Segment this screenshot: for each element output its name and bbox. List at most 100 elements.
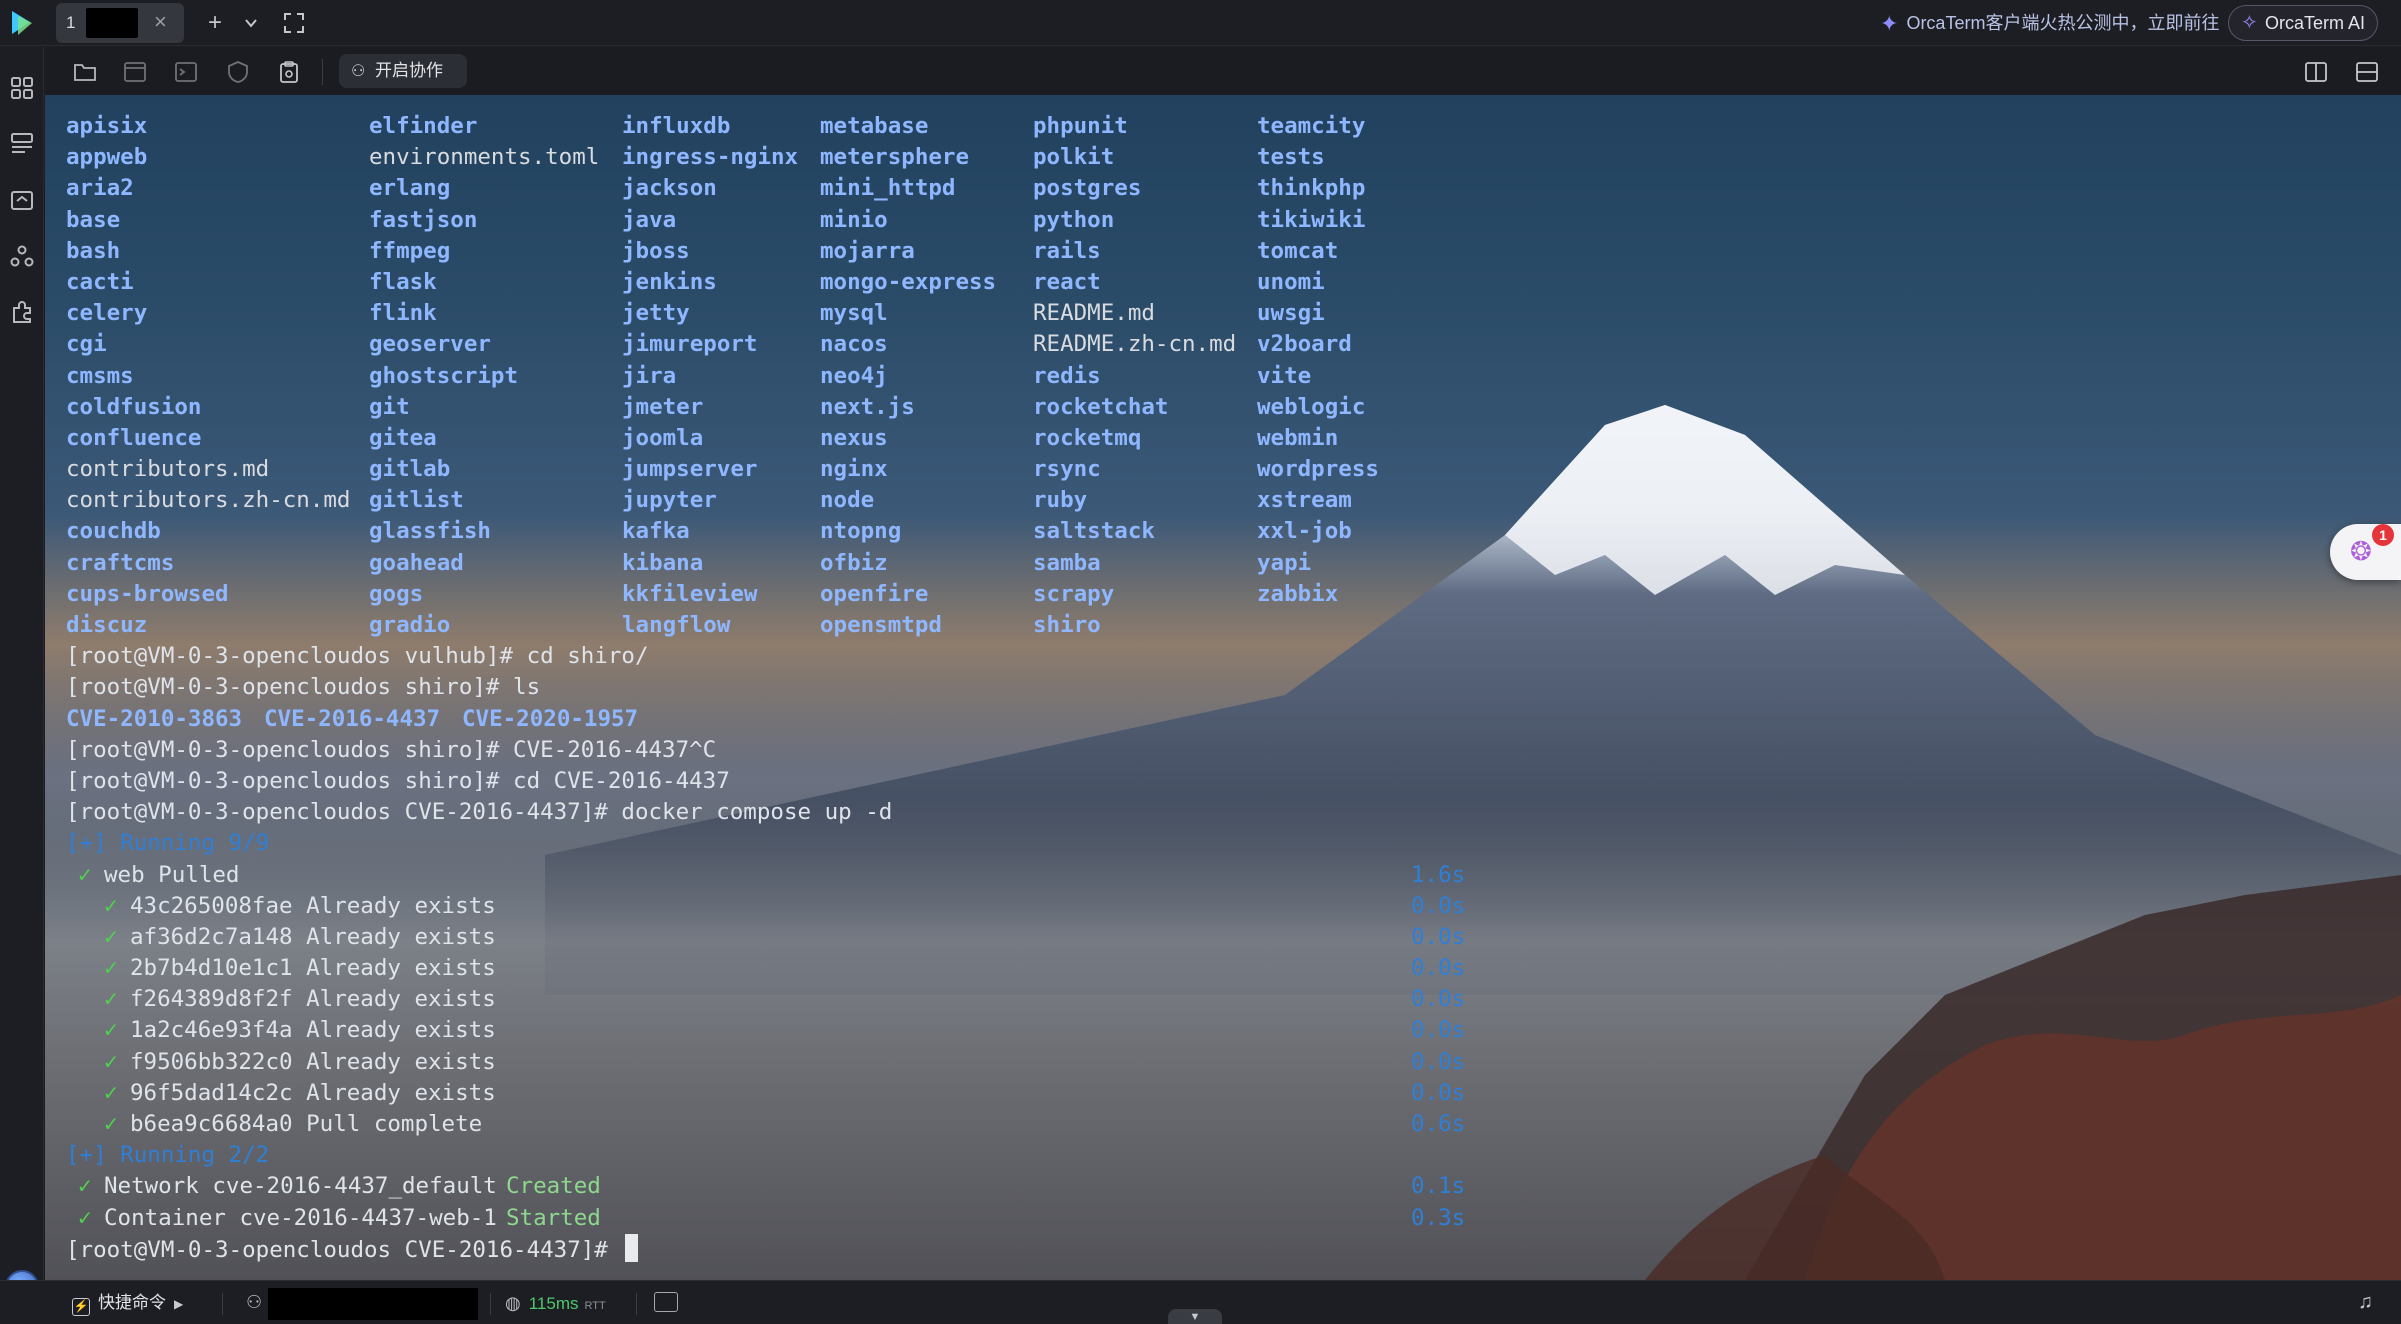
toolbar-divider [322,59,323,85]
notification-bell-icon[interactable]: ♫ [2358,1291,2373,1314]
directory-entry: aria2 [66,175,134,202]
compose-step-text: f9506bb322c0 Already exists [130,1048,496,1075]
directory-entry: redis [1033,362,1101,389]
terminal-line: [+] Running 9/9 [66,828,892,859]
collapse-panel-chevron-icon[interactable]: ▼ [1168,1309,1222,1324]
file-entry: environments.toml [369,144,600,171]
compose-step-duration: 0.0s [1411,892,1466,919]
ai-sparkle-icon: ✧ [2241,12,2258,34]
check-mark-icon: ✓ [104,923,118,950]
sparkle-icon: ✦ [1880,11,1899,36]
compose-step-duration: 0.0s [1411,923,1466,950]
floating-assistant[interactable]: ❂ 1 [2330,524,2401,580]
compose-step-duration: 0.0s [1411,1048,1466,1075]
listing-row: apisix elfinder influxdb metabase phpunit tea… [66,111,1365,142]
directory-entry: mojarra [820,237,915,264]
session-icon[interactable] [122,59,148,85]
directory-entry: gitlist [369,487,464,514]
file-entry: README.md [1033,300,1155,327]
split-vertical-icon[interactable] [2303,59,2329,85]
terminal-line: ✓ af36d2c7a148 Already exists 0.0s [66,922,1465,953]
directory-entry: scrapy [1033,580,1115,607]
directory-entry: CVE-2020-1957 [462,705,639,732]
directory-entry: ingress-nginx [622,144,799,171]
listing-row: aria2 erlang jackson mini_httpd postgres thin… [66,173,1365,204]
directory-entry: jumpserver [622,456,758,483]
security-shield-icon[interactable] [225,59,251,85]
terminal-line: CVE-2010-3863 CVE-2016-4437 CVE-2020-1957 [66,704,892,735]
compose-step-duration: 0.0s [1411,986,1466,1013]
clipboard-icon[interactable] [276,59,302,85]
terminal-line: ✓ 2b7b4d10e1c1 Already exists 0.0s [66,953,1465,984]
apps-grid-icon[interactable] [9,75,35,101]
directory-entry: neo4j [820,362,888,389]
command-line-text: [root@VM-0-3-opencloudos shiro]# ls [66,674,541,701]
check-mark-icon: ✓ [78,1173,92,1200]
status-bar: ⚡ 快捷命令 ▶ ⚇ ◍ 115ms RTT ▼ ♫ [0,1280,2401,1324]
compose-step-text: 43c265008fae Already exists [130,892,496,919]
compose-step-text: Container cve-2016-4437-web-1 [104,1204,497,1231]
latency-value: 115ms [528,1294,579,1313]
extensions-puzzle-icon[interactable] [9,299,35,325]
tab-dropdown-chevron-icon[interactable] [240,12,262,34]
compose-step-duration: 0.0s [1411,1017,1466,1044]
terminal-line: [root@VM-0-3-opencloudos shiro]# ls [66,672,892,703]
listing-row: cmsms ghostscript jira neo4j redis vite [66,361,1311,392]
directory-entry: openfire [820,580,929,607]
directory-entry: kafka [622,518,690,545]
monitor-chart-icon[interactable] [654,1292,678,1312]
terminal-line: [root@VM-0-3-opencloudos CVE-2016-4437]#… [66,797,892,828]
fullscreen-icon[interactable] [283,12,305,34]
check-mark-icon: ✓ [104,1079,118,1106]
orcaterm-ai-button[interactable]: ✧ OrcaTerm AI [2228,5,2378,41]
compose-step-text: 1a2c46e93f4a Already exists [130,1017,496,1044]
start-collaboration-button[interactable]: ⚇ 开启协作 [339,54,467,88]
split-horizontal-icon[interactable] [2354,59,2380,85]
directory-entry: nacos [820,331,888,358]
lightbulb-icon: ❂ [2350,536,2372,566]
client-promo-banner[interactable]: ✦ OrcaTerm客户端火热公测中，立即前往 [1880,10,2219,36]
listing-row: base fastjson java minio python tikiwiki [66,205,1365,236]
compose-step-text: 96f5dad14c2c Already exists [130,1079,496,1106]
directory-entry: gitea [369,424,437,451]
compose-step-text: Network cve-2016-4437_default [104,1173,497,1200]
directory-entry: metabase [820,113,929,139]
directory-entry: mini_httpd [820,175,956,202]
terminal-line: ✓ 1a2c46e93f4a Already exists 0.0s [66,1015,1465,1046]
terminal-output[interactable]: apisix elfinder influxdb metabase phpunit tea… [45,95,2401,1280]
compose-step-text: b6ea9c6684a0 Pull complete [130,1111,483,1137]
terminal-line: ✓ f264389d8f2f Already exists 0.0s [66,984,1465,1015]
directory-entry: jmeter [622,393,704,420]
compose-step-status: Created [506,1173,601,1200]
files-icon[interactable] [9,187,35,213]
server-list-icon[interactable] [9,131,35,157]
status-divider [636,1293,637,1315]
directory-entry: metersphere [820,144,970,171]
sftp-folder-icon[interactable] [72,59,98,85]
quick-commands-button[interactable]: ⚡ 快捷命令 ▶ [72,1291,183,1316]
terminal-text: apisix elfinder influxdb metabase phpunit tea… [66,111,1465,1265]
new-tab-button[interactable]: + [200,8,230,38]
directory-entry: saltstack [1033,518,1155,545]
directory-entry: apisix [66,113,148,139]
directory-entry: xstream [1257,487,1352,514]
compose-step-duration: 0.3s [1411,1204,1466,1231]
terminal-tab[interactable]: 1 × [56,3,184,43]
listing-row: contributors.md gitlab jumpserver nginx rsyn… [66,454,1379,485]
redacted-tab-title [86,8,138,38]
listing-row: celery flink jetty mysql README.md uwsgi [66,298,1325,329]
command-line-text: [root@VM-0-3-opencloudos vulhub]# cd shi… [66,643,649,670]
app-logo-icon[interactable] [8,8,36,38]
directory-entry: python [1033,206,1115,233]
latency-indicator[interactable]: ◍ 115ms RTT [505,1291,606,1318]
directory-entry: yapi [1257,549,1312,576]
directory-entry: postgres [1033,175,1142,202]
tab-close-icon[interactable]: × [154,10,167,34]
quick-cmd-label: 快捷命令 [98,1293,166,1312]
directory-entry: thinkphp [1257,175,1366,202]
listing-row: craftcms goahead kibana ofbiz samba yapi [66,548,1311,579]
directory-entry: cacti [66,268,134,295]
terminal-icon[interactable] [173,59,199,85]
shared-icon[interactable] [9,243,35,269]
directory-entry: mysql [820,300,888,327]
